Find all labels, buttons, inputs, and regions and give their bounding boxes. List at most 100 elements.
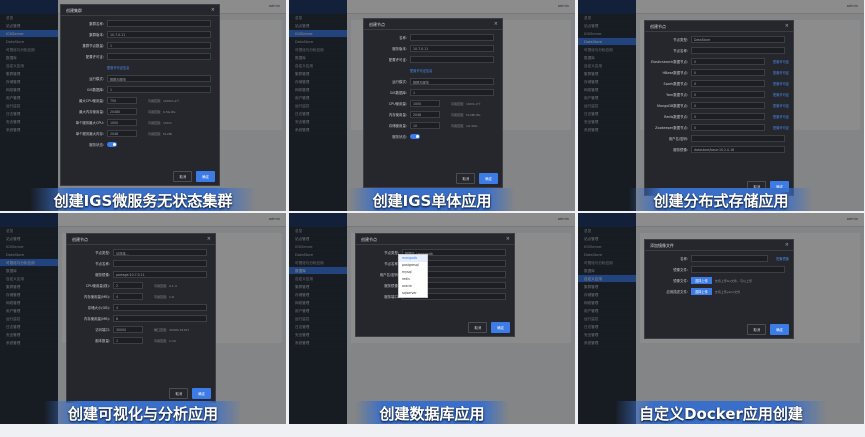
- dropdown-option[interactable]: mongodb: [399, 255, 427, 262]
- form-input[interactable]: [113, 260, 207, 267]
- field-label: 内存使用量(MB):: [84, 317, 110, 321]
- cancel-button[interactable]: 取消: [173, 171, 193, 182]
- toggle-switch[interactable]: [107, 142, 117, 147]
- form-input[interactable]: 0: [691, 80, 766, 87]
- form-input[interactable]: 2: [113, 282, 143, 289]
- form-input[interactable]: 10.7.0.11: [410, 45, 494, 52]
- dropdown-option[interactable]: sqlserver: [399, 290, 427, 297]
- config-link[interactable]: 配置许可证: [773, 59, 789, 64]
- form-input[interactable]: 2048: [107, 130, 137, 137]
- cancel-button[interactable]: 取消: [747, 324, 767, 335]
- cancel-button[interactable]: 取消: [456, 173, 476, 184]
- form-input[interactable]: [410, 34, 494, 41]
- dropdown-option[interactable]: oracle: [399, 283, 427, 290]
- form-input[interactable]: datastore/base:10.2.0.16: [691, 146, 785, 153]
- form-input[interactable]: 1000: [107, 119, 137, 126]
- close-icon[interactable]: ×: [785, 242, 789, 248]
- form-row: 集群节点数量: 1: [61, 40, 219, 51]
- form-input[interactable]: DataStore: [691, 36, 785, 43]
- form-input[interactable]: 1: [107, 86, 211, 93]
- cancel-button[interactable]: 取消: [468, 322, 488, 333]
- field-label: 集群版本:: [89, 33, 104, 37]
- dropdown-option[interactable]: postgresql: [399, 262, 427, 269]
- caption-text: 创建IGS单体应用: [348, 187, 516, 211]
- confirm-button[interactable]: 确定: [192, 388, 211, 399]
- config-link[interactable]: 配置许可证: [773, 103, 789, 108]
- modal-body: 节点类型: DataStore 节点名称: Elasticsearch数据节点: 0 配置…: [645, 32, 793, 157]
- field-label: 访问端口:: [95, 328, 110, 332]
- config-link[interactable]: 配置许可证信息: [410, 68, 432, 73]
- form-input[interactable]: 1: [113, 337, 143, 344]
- modal-dialog: 创建节点 × 节点类型: 请选择... 节点名称: 服务镜像: portage:10.7.0…: [66, 233, 216, 403]
- type-dropdown[interactable]: mongodb postgresql mysql redis oracle sqlserv…: [398, 254, 428, 298]
- form-input[interactable]: 0: [691, 102, 766, 109]
- field-hint: 端口范围：30000-32767: [154, 327, 190, 332]
- cancel-button[interactable]: 取消: [169, 388, 189, 399]
- config-link[interactable]: 配置许可证: [773, 125, 789, 130]
- dropdown-option[interactable]: mysql: [399, 269, 427, 276]
- caption-bar: 创建分布式存储应用: [578, 187, 864, 211]
- toggle-switch[interactable]: [410, 134, 420, 139]
- form-input[interactable]: 750: [107, 97, 137, 104]
- config-link[interactable]: 配置许可证信息: [107, 65, 129, 70]
- confirm-button[interactable]: 确定: [770, 324, 789, 335]
- close-icon[interactable]: ×: [506, 236, 510, 242]
- confirm-button[interactable]: 确定: [491, 322, 510, 333]
- close-icon[interactable]: ×: [211, 7, 215, 13]
- form-input[interactable]: [107, 20, 211, 27]
- confirm-button[interactable]: 确定: [479, 173, 498, 184]
- form-input[interactable]: 10: [410, 122, 440, 129]
- upload-button[interactable]: 选择上传: [691, 288, 712, 295]
- config-link[interactable]: 配置许可证: [773, 70, 789, 75]
- form-input[interactable]: 4: [113, 293, 143, 300]
- confirm-button[interactable]: 确定: [196, 171, 215, 182]
- field-label: Redis数据节点:: [664, 115, 688, 119]
- form-row: 服务镜像:mongodb:4: [356, 280, 514, 291]
- form-input[interactable]: 1000: [410, 100, 440, 107]
- field-label: 内存使用量:: [388, 113, 407, 117]
- field-label: CPU使用量:: [388, 102, 407, 106]
- form-input[interactable]: 30000: [113, 326, 143, 333]
- modal-footer: 取消确定: [456, 173, 498, 184]
- form-input[interactable]: [691, 47, 785, 54]
- form-input[interactable]: 0: [691, 69, 766, 76]
- dropdown-option[interactable]: redis: [399, 276, 427, 283]
- form-input[interactable]: 1: [107, 42, 211, 49]
- field-hint: 支持上传tar文件，可以上传: [714, 278, 752, 283]
- form-row: CPU使用量(核): 2 可用范围：0.1-4: [67, 280, 215, 291]
- form-input[interactable]: [107, 53, 211, 60]
- form-input[interactable]: 0: [691, 113, 766, 120]
- form-input[interactable]: [410, 56, 494, 63]
- form-input[interactable]: 请选择...: [113, 249, 207, 256]
- form-input[interactable]: 0: [691, 124, 766, 131]
- form-input[interactable]: 10.7.0.11: [107, 31, 211, 38]
- config-link[interactable]: 配置许可证: [773, 114, 789, 119]
- config-link[interactable]: 配置许可证: [773, 81, 789, 86]
- form-input[interactable]: 0: [691, 58, 766, 65]
- form-row: 最大内存使用量: 20480 可用范围：0.5G-8G: [61, 106, 219, 117]
- close-icon[interactable]: ×: [494, 21, 498, 27]
- caption-text: 自定义Docker应用创建: [615, 400, 827, 424]
- close-icon[interactable]: ×: [207, 236, 211, 242]
- form-input[interactable]: portage:10.7.0.11: [113, 271, 207, 278]
- form-row: 运行模式: 数据与服务: [364, 76, 502, 87]
- form-input[interactable]: 2048: [410, 111, 440, 118]
- form-input[interactable]: 1: [410, 89, 494, 96]
- form-input[interactable]: [691, 266, 785, 273]
- form-input[interactable]: 4: [113, 304, 207, 311]
- config-link[interactable]: 配置镜像: [776, 256, 789, 261]
- form-input[interactable]: 20480: [107, 108, 137, 115]
- modal-header: 创建节点 ×: [645, 21, 793, 32]
- form-input[interactable]: [691, 255, 769, 262]
- form-input[interactable]: [691, 135, 785, 142]
- close-icon[interactable]: ×: [785, 23, 789, 29]
- form-input[interactable]: 数据与服务: [410, 78, 494, 85]
- field-label: 节点名称:: [673, 49, 688, 53]
- form-input[interactable]: 8: [113, 315, 207, 322]
- field-label: 节点类型:: [673, 38, 688, 42]
- modal-dialog: 创建节点 × 节点类型:数据库 / mongodb 节点名称: 用户名/密码: 服务镜像:…: [355, 233, 515, 337]
- config-link[interactable]: 配置许可证: [773, 92, 789, 97]
- form-input[interactable]: 0: [691, 91, 766, 98]
- upload-button[interactable]: 选择上传: [691, 277, 712, 284]
- form-input[interactable]: 数据与服务: [107, 75, 211, 82]
